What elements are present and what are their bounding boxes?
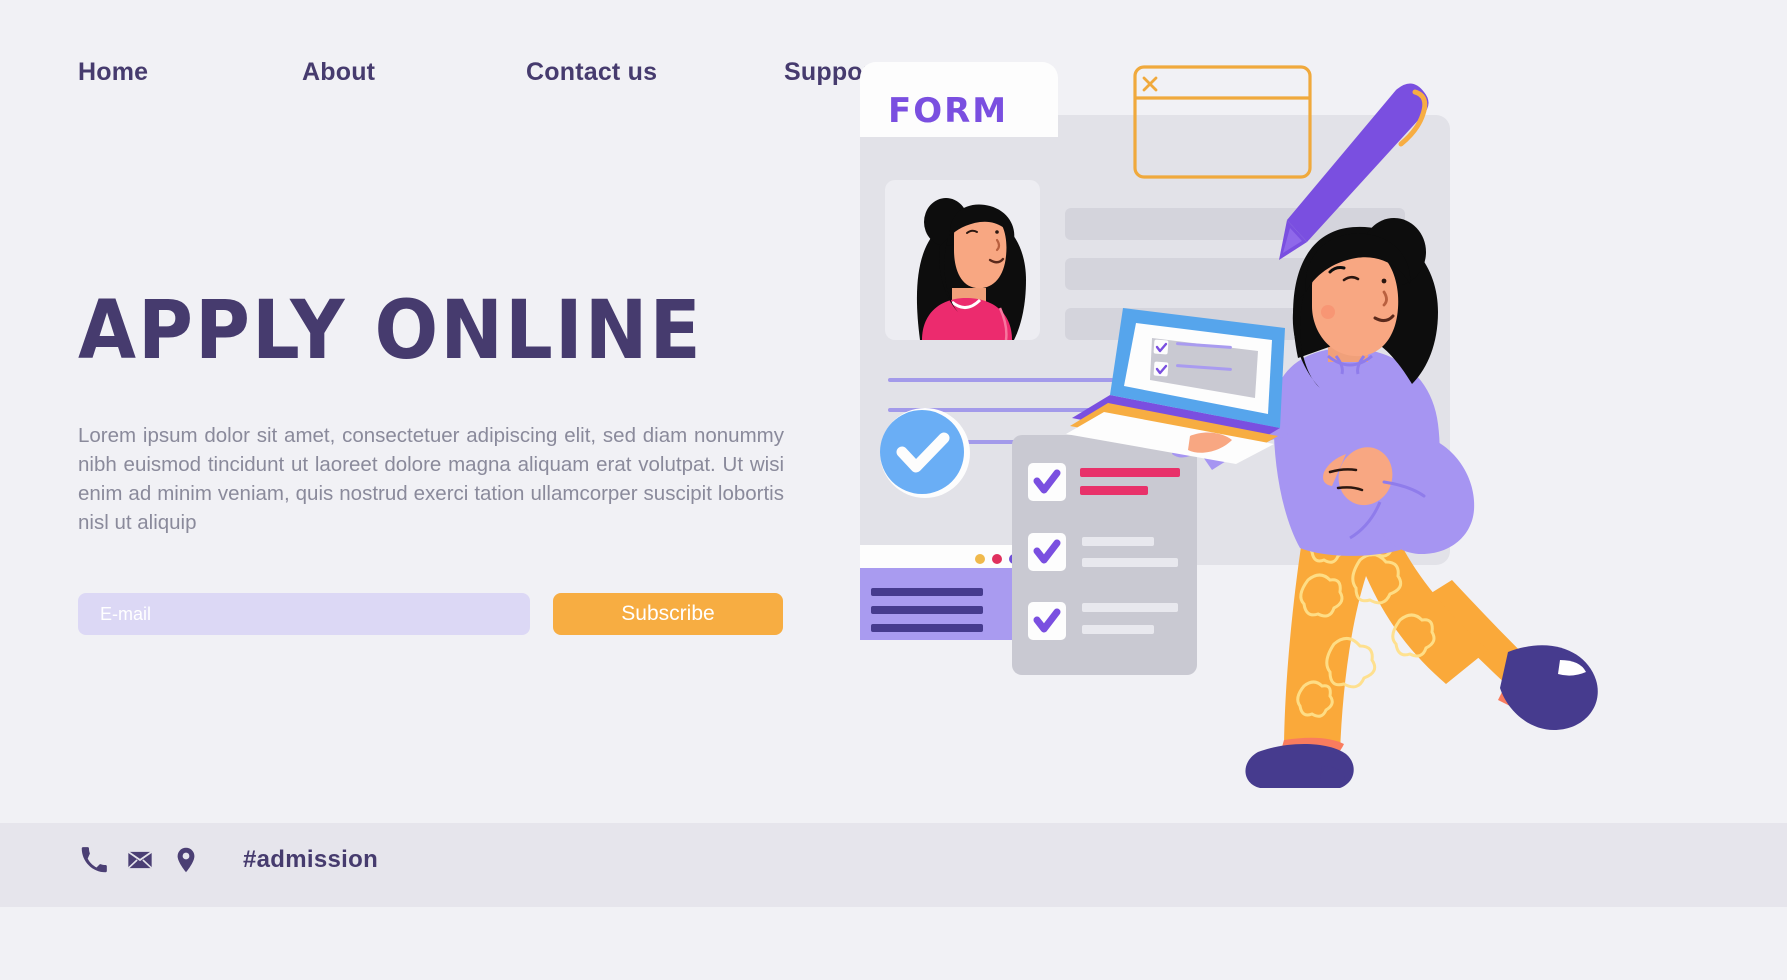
- phone-icon[interactable]: [80, 846, 108, 874]
- checklist-card: [1012, 435, 1197, 675]
- browser-text-bar: [871, 624, 983, 632]
- nav-item-home[interactable]: Home: [78, 58, 302, 87]
- hero-illustration: FORM: [860, 40, 1787, 900]
- landing-page: Home About Contact us Support APPLY ONLI…: [0, 0, 1787, 980]
- close-x-icon: [1142, 76, 1158, 92]
- subscribe-form: Subscribe: [78, 593, 783, 635]
- hero-section: APPLY ONLINE Lorem ipsum dolor sit amet,…: [78, 282, 788, 537]
- nav-item-contact-us[interactable]: Contact us: [526, 58, 784, 87]
- browser-dot-red: [992, 554, 1002, 564]
- nav-item-about[interactable]: About: [302, 58, 526, 87]
- hero-description: Lorem ipsum dolor sit amet, consectetuer…: [78, 424, 784, 535]
- main-navigation: Home About Contact us Support: [78, 58, 881, 87]
- browser-text-bar: [871, 606, 983, 614]
- shoe-right: [1500, 645, 1598, 730]
- location-pin-icon[interactable]: [172, 846, 200, 874]
- form-card-tab-label: FORM: [888, 91, 1008, 131]
- browser-text-bar: [871, 588, 983, 596]
- subscribe-button[interactable]: Subscribe: [553, 593, 783, 635]
- browser-card: [860, 545, 1028, 640]
- email-input[interactable]: [78, 593, 530, 635]
- check-circle-icon: [880, 408, 970, 498]
- envelope-icon[interactable]: [126, 846, 154, 874]
- browser-dot-yellow: [975, 554, 985, 564]
- page-title: APPLY ONLINE: [78, 282, 703, 378]
- footer-hashtag[interactable]: #admission: [243, 846, 378, 874]
- footer-contact-bar: #admission: [80, 846, 378, 874]
